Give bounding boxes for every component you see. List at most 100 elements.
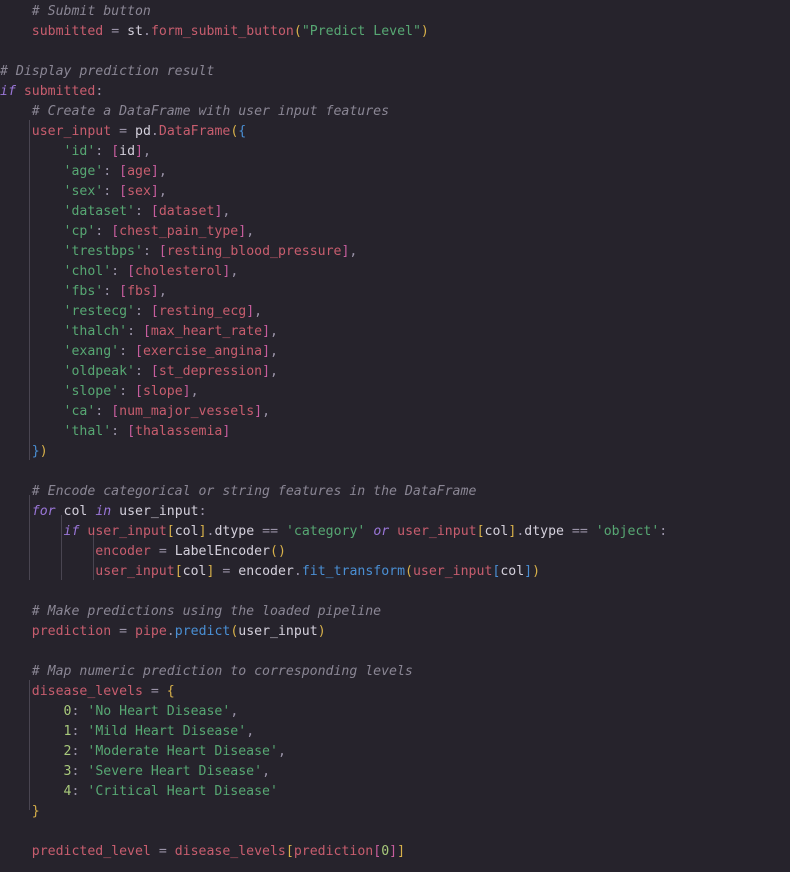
code-line[interactable]: submitted = st.form_submit_button("Predi… bbox=[0, 22, 790, 42]
code-line[interactable]: 4: 'Critical Heart Disease' bbox=[0, 782, 790, 802]
code-line[interactable]: # Create a DataFrame with user input fea… bbox=[0, 102, 790, 122]
code-line[interactable]: if submitted: bbox=[0, 82, 790, 102]
code-token-str: 'Mild Heart Disease' bbox=[87, 724, 247, 739]
code-line[interactable]: user_input[col] = encoder.fit_transform(… bbox=[0, 562, 790, 582]
code-surface[interactable]: # Submit button submitted = st.form_subm… bbox=[0, 2, 790, 862]
code-line[interactable]: # Submit button bbox=[0, 2, 790, 22]
code-token-b1: ) bbox=[277, 544, 286, 559]
code-line[interactable]: user_input = pd.DataFrame({ bbox=[0, 122, 790, 142]
code-line[interactable]: 1: 'Mild Heart Disease', bbox=[0, 722, 790, 742]
code-token-b1: ( bbox=[293, 24, 302, 39]
code-line[interactable]: 2: 'Moderate Heart Disease', bbox=[0, 742, 790, 762]
code-line[interactable]: 'fbs': [fbs], bbox=[0, 282, 790, 302]
code-line[interactable]: if user_input[col].dtype == 'category' o… bbox=[0, 522, 790, 542]
code-line[interactable]: 'thal': [thalassemia] bbox=[0, 422, 790, 442]
code-token-b3: ] bbox=[238, 224, 247, 239]
code-line[interactable]: 'age': [age], bbox=[0, 162, 790, 182]
code-token-b2: ] bbox=[524, 564, 533, 579]
code-token-str: 'slope' bbox=[63, 384, 120, 399]
code-line[interactable]: }) bbox=[0, 442, 790, 462]
code-line[interactable] bbox=[0, 822, 790, 842]
code-token-b1: ) bbox=[420, 24, 429, 39]
code-token-var: encoder bbox=[95, 544, 151, 559]
code-line[interactable]: 'slope': [slope], bbox=[0, 382, 790, 402]
code-line[interactable]: 'thalch': [max_heart_rate], bbox=[0, 322, 790, 342]
code-token-b3: [ bbox=[127, 424, 136, 439]
code-token-plain: dtype bbox=[524, 524, 564, 539]
code-line[interactable] bbox=[0, 582, 790, 602]
code-token-kw: for bbox=[31, 504, 56, 519]
code-token-b3: [ bbox=[150, 304, 159, 319]
code-line[interactable] bbox=[0, 42, 790, 62]
code-line[interactable]: encoder = LabelEncoder() bbox=[0, 542, 790, 562]
code-token-var: slope bbox=[142, 384, 183, 399]
code-token-op: : bbox=[119, 344, 128, 359]
code-token-plain: col bbox=[174, 524, 199, 539]
code-line[interactable]: disease_levels = { bbox=[0, 682, 790, 702]
code-line[interactable]: 'dataset': [dataset], bbox=[0, 202, 790, 222]
code-line[interactable]: 3: 'Severe Heart Disease', bbox=[0, 762, 790, 782]
code-line[interactable] bbox=[0, 462, 790, 482]
code-line[interactable]: 'sex': [sex], bbox=[0, 182, 790, 202]
code-token-op: : bbox=[135, 304, 143, 319]
code-token-str: 'sex' bbox=[63, 184, 104, 199]
code-editor[interactable]: # Submit button submitted = st.form_subm… bbox=[0, 0, 790, 872]
code-token-var: predicted_level bbox=[31, 844, 151, 859]
code-token-plain: dtype bbox=[214, 524, 255, 539]
code-token-str: 'ca' bbox=[63, 404, 96, 419]
code-line[interactable]: 'ca': [num_major_vessels], bbox=[0, 402, 790, 422]
code-token-op: , bbox=[254, 304, 263, 319]
code-line[interactable] bbox=[0, 642, 790, 662]
code-token-num: 0 bbox=[381, 844, 390, 859]
code-token-op: , bbox=[246, 724, 255, 739]
code-token-plain: col bbox=[63, 504, 88, 519]
code-token-str: 'Severe Heart Disease' bbox=[87, 764, 263, 779]
code-line[interactable]: 'chol': [cholesterol], bbox=[0, 262, 790, 282]
code-token-kw: or bbox=[373, 524, 390, 539]
code-token-str: 'trestbps' bbox=[63, 244, 143, 259]
code-token-kw: if bbox=[63, 524, 80, 539]
code-token-comment: # Display prediction result bbox=[0, 64, 215, 79]
code-line[interactable]: 0: 'No Heart Disease', bbox=[0, 702, 790, 722]
code-line[interactable]: prediction = pipe.predict(user_input) bbox=[0, 622, 790, 642]
code-token-op: . bbox=[293, 564, 302, 579]
code-line[interactable]: # Make predictions using the loaded pipe… bbox=[0, 602, 790, 622]
code-token-comment: # Encode categorical or string features … bbox=[31, 484, 477, 499]
code-token-b3: [ bbox=[119, 284, 128, 299]
code-line[interactable]: 'oldpeak': [st_depression], bbox=[0, 362, 790, 382]
code-token-b3: ] bbox=[389, 844, 398, 859]
code-line[interactable]: 'exang': [exercise_angina], bbox=[0, 342, 790, 362]
code-token-b3: [ bbox=[158, 244, 167, 259]
code-line[interactable]: for col in user_input: bbox=[0, 502, 790, 522]
code-token-op: , bbox=[190, 384, 199, 399]
code-line[interactable]: # Display prediction result bbox=[0, 62, 790, 82]
code-line[interactable]: predicted_level = disease_levels[predict… bbox=[0, 842, 790, 862]
code-line[interactable]: 'cp': [chest_pain_type], bbox=[0, 222, 790, 242]
code-line[interactable]: # Map numeric prediction to correspondin… bbox=[0, 662, 790, 682]
code-token-var: max_heart_rate bbox=[150, 324, 263, 339]
code-line[interactable]: # Encode categorical or string features … bbox=[0, 482, 790, 502]
code-line[interactable]: } bbox=[0, 802, 790, 822]
code-token-b1: [ bbox=[476, 524, 485, 539]
code-token-b3: [ bbox=[119, 164, 128, 179]
code-line[interactable]: 'restecg': [resting_ecg], bbox=[0, 302, 790, 322]
code-token-comment: # Create a DataFrame with user input fea… bbox=[31, 104, 390, 119]
code-token-str: 'No Heart Disease' bbox=[87, 704, 231, 719]
code-line[interactable]: 'trestbps': [resting_blood_pressure], bbox=[0, 242, 790, 262]
code-line[interactable]: 'id': [id], bbox=[0, 142, 790, 162]
code-token-b1: [ bbox=[166, 524, 175, 539]
